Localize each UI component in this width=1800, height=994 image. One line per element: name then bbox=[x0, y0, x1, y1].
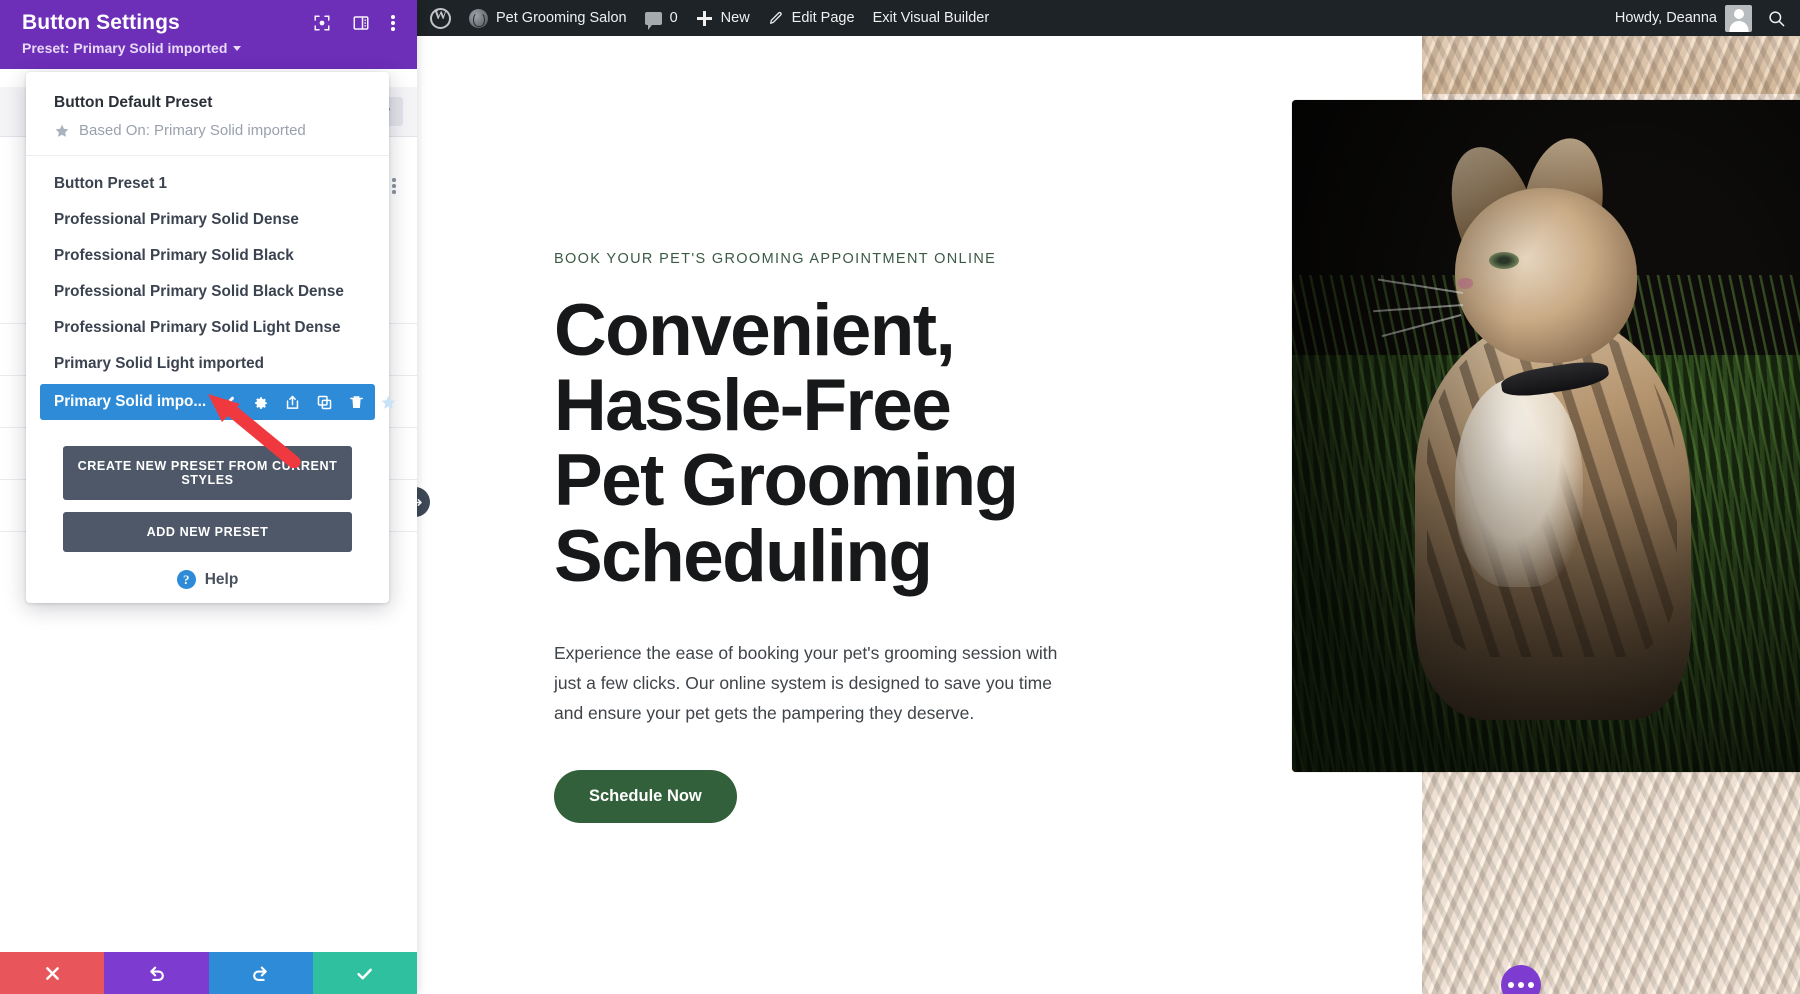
close-icon bbox=[45, 966, 59, 980]
preset-selected-label: Primary Solid impo... bbox=[54, 393, 207, 410]
preset-default-block[interactable]: Button Default Preset Based On: Primary … bbox=[26, 72, 389, 156]
adminbar-wp-logo[interactable] bbox=[417, 0, 460, 36]
discard-button[interactable] bbox=[0, 952, 105, 994]
preset-item-3[interactable]: Professional Primary Solid Black Dense bbox=[26, 274, 389, 310]
preset-based-on-label: Based On: Primary Solid imported bbox=[79, 122, 306, 139]
schedule-now-button[interactable]: Schedule Now bbox=[554, 770, 737, 824]
modal-header: Button Settings Preset: Primary Solid im… bbox=[0, 0, 417, 69]
search-icon[interactable] bbox=[1767, 9, 1786, 28]
adminbar-comments[interactable]: 0 bbox=[636, 0, 687, 36]
dot bbox=[1528, 982, 1534, 988]
preset-item-5[interactable]: Primary Solid Light imported bbox=[26, 346, 389, 382]
focus-target-icon[interactable] bbox=[313, 14, 331, 32]
edit-page-label: Edit Page bbox=[791, 10, 855, 26]
comment-count: 0 bbox=[669, 10, 678, 26]
pencil-icon[interactable] bbox=[220, 394, 237, 411]
create-new-preset-button[interactable]: CREATE NEW PRESET FROM CURRENT STYLES bbox=[63, 446, 352, 500]
help-link[interactable]: ? Help bbox=[26, 570, 389, 589]
duplicate-icon[interactable] bbox=[316, 394, 333, 411]
preset-default-title: Button Default Preset bbox=[54, 94, 213, 111]
dot bbox=[1508, 982, 1514, 988]
photo-vignette bbox=[1292, 100, 1800, 772]
modal-title-row: Button Settings bbox=[22, 11, 395, 35]
preset-dropdown-panel: Button Default Preset Based On: Primary … bbox=[26, 72, 396, 603]
hero-image-column bbox=[1152, 36, 1800, 994]
screen-root: BOOK YOUR PET'S GROOMING APPOINTMENT ONL… bbox=[0, 0, 1800, 994]
redo-icon bbox=[253, 966, 267, 981]
comment-bubble-icon bbox=[644, 11, 662, 30]
preset-item-selected[interactable]: Primary Solid impo... bbox=[40, 384, 396, 420]
preset-based-on-row: Based On: Primary Solid imported bbox=[54, 122, 361, 139]
hero-section: BOOK YOUR PET'S GROOMING APPOINTMENT ONL… bbox=[417, 36, 1800, 994]
trash-icon[interactable] bbox=[348, 394, 365, 411]
help-icon: ? bbox=[176, 570, 196, 589]
undo-icon bbox=[150, 966, 164, 981]
wordpress-logo-icon bbox=[430, 7, 451, 29]
export-icon[interactable] bbox=[284, 394, 301, 411]
wordpress-admin-bar: Pet Grooming Salon 0 New Edit Page Exit … bbox=[417, 0, 1800, 36]
hero-body-text: Experience the ease of booking your pet'… bbox=[554, 642, 1058, 723]
avatar bbox=[1725, 4, 1752, 32]
hero-eyebrow: BOOK YOUR PET'S GROOMING APPOINTMENT ONL… bbox=[554, 251, 997, 267]
site-dashboard-icon bbox=[469, 8, 488, 28]
adminbar-edit-page[interactable]: Edit Page bbox=[759, 0, 864, 36]
star-icon[interactable] bbox=[380, 394, 397, 411]
chevron-down-icon bbox=[233, 45, 242, 51]
plus-icon bbox=[696, 10, 713, 27]
gear-icon[interactable] bbox=[252, 394, 269, 411]
kebab-menu-icon[interactable] bbox=[391, 14, 395, 32]
preset-list: Button Preset 1 Professional Primary Sol… bbox=[26, 156, 396, 426]
adminbar-new[interactable]: New bbox=[687, 0, 759, 36]
preset-item-actions bbox=[220, 394, 397, 411]
site-name-label: Pet Grooming Salon bbox=[496, 10, 627, 26]
page-canvas: BOOK YOUR PET'S GROOMING APPOINTMENT ONL… bbox=[417, 36, 1800, 994]
adminbar-account[interactable]: Howdy, Deanna bbox=[1606, 0, 1761, 36]
adminbar-site-name[interactable]: Pet Grooming Salon bbox=[460, 0, 636, 36]
preset-item-1[interactable]: Professional Primary Solid Dense bbox=[26, 202, 389, 238]
redo-button[interactable] bbox=[208, 952, 313, 994]
undo-button[interactable] bbox=[104, 952, 209, 994]
adminbar-exit-visual-builder[interactable]: Exit Visual Builder bbox=[864, 0, 999, 36]
preset-item-4[interactable]: Professional Primary Solid Light Dense bbox=[26, 310, 389, 346]
add-new-preset-button[interactable]: ADD NEW PRESET bbox=[63, 512, 352, 552]
preset-item-0[interactable]: Button Preset 1 bbox=[26, 166, 389, 202]
save-button[interactable] bbox=[312, 952, 417, 994]
preset-item-2[interactable]: Professional Primary Solid Black bbox=[26, 238, 389, 274]
preset-selector[interactable]: Preset: Primary Solid imported bbox=[22, 40, 395, 56]
howdy-label: Howdy, Deanna bbox=[1614, 10, 1717, 26]
star-icon bbox=[55, 124, 69, 137]
hero-text-column: BOOK YOUR PET'S GROOMING APPOINTMENT ONL… bbox=[417, 36, 1152, 994]
new-label: New bbox=[720, 10, 750, 26]
help-label: Help bbox=[204, 570, 239, 588]
pencil-icon bbox=[769, 11, 782, 24]
checkmark-icon bbox=[357, 968, 373, 979]
row-kebab-menu-icon[interactable] bbox=[392, 178, 396, 196]
modal-footer-actions bbox=[0, 952, 417, 994]
exit-builder-label: Exit Visual Builder bbox=[872, 10, 990, 26]
dot bbox=[1518, 982, 1524, 988]
layout-panel-icon[interactable] bbox=[352, 14, 370, 32]
page-title: Button Settings bbox=[22, 11, 180, 34]
button-settings-modal: Button Settings Preset: Primary Solid im… bbox=[0, 0, 417, 994]
cat-photo-card bbox=[1292, 100, 1800, 772]
preset-label: Preset: Primary Solid imported bbox=[22, 40, 228, 56]
modal-header-actions bbox=[313, 14, 395, 32]
hero-title: Convenient, Hassle-Free Pet Grooming Sch… bbox=[554, 290, 1019, 597]
